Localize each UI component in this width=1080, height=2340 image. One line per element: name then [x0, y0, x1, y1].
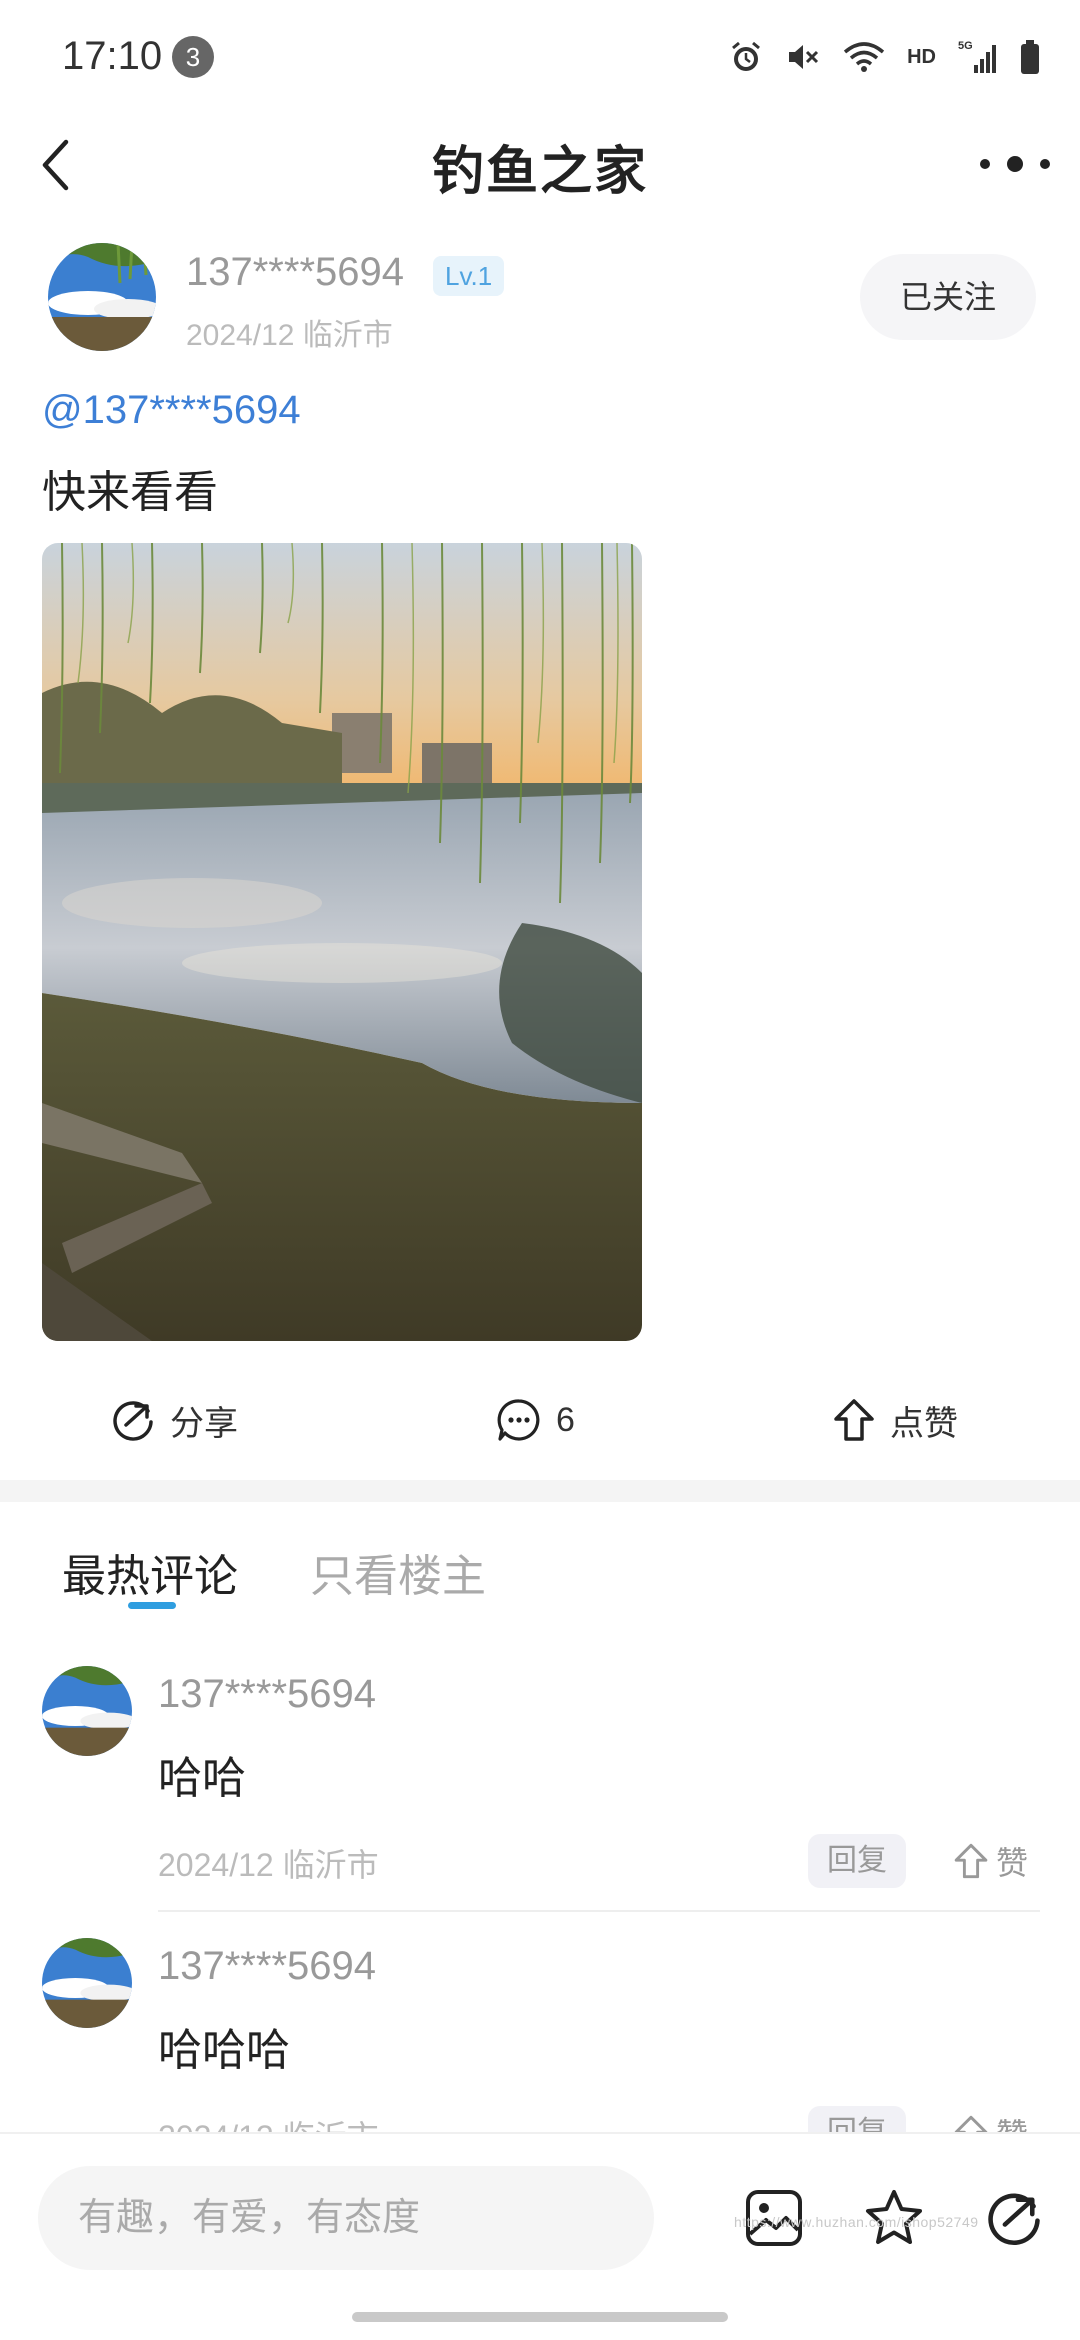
- mention-link[interactable]: @137****5694: [42, 388, 301, 433]
- avatar-image: [42, 1666, 132, 1756]
- post-photo: [42, 543, 642, 1341]
- avatar-image: [42, 1938, 132, 2028]
- comment-username[interactable]: 137****5694: [158, 1944, 376, 1989]
- home-indicator[interactable]: [352, 2312, 728, 2322]
- like-label: 点赞: [890, 1404, 958, 1443]
- comment-username[interactable]: 137****5694: [158, 1672, 376, 1717]
- nav-bar: 钓鱼之家: [0, 115, 1080, 275]
- comment-like-label: 赞: [996, 1845, 1029, 1881]
- comment-meta: 2024/12 临沂市: [158, 1847, 379, 1883]
- status-icons: HD 5G: [729, 36, 1040, 78]
- battery-icon: [1021, 40, 1039, 74]
- post-text: 快来看看: [42, 468, 218, 517]
- watermark-text: https://www.huzhan.com/ishop52749: [734, 2214, 979, 2230]
- avatar-image: [48, 243, 156, 351]
- section-divider: [0, 1480, 1080, 1502]
- comment-input[interactable]: [38, 2166, 654, 2270]
- status-time: 17:10: [62, 34, 163, 78]
- reply-button[interactable]: 回复: [808, 1834, 906, 1888]
- comment-text: 哈哈: [158, 1754, 246, 1803]
- hd-indicator: HD: [907, 45, 936, 68]
- comment-list: 137****5694 哈哈 2024/12 临沂市 回复 赞 137****5…: [0, 1660, 1080, 2132]
- post-image[interactable]: [42, 543, 642, 1341]
- wifi-icon: [843, 42, 885, 72]
- share-button[interactable]: 分享: [110, 1380, 238, 1460]
- author-name[interactable]: 137****5694: [186, 250, 404, 295]
- more-button[interactable]: [980, 139, 1050, 189]
- author-avatar[interactable]: [48, 243, 156, 351]
- author-meta: 2024/12 临沂市: [186, 319, 393, 352]
- status-bar: 17:10 3 HD 5G: [0, 0, 1080, 115]
- app-title: 钓鱼之家: [431, 142, 648, 202]
- thumb-up-arrow-icon: [834, 1399, 874, 1441]
- comment-item: 137****5694 哈哈 2024/12 临沂市 回复 赞: [0, 1660, 1080, 1932]
- share-icon: [113, 1401, 153, 1441]
- share-label: 分享: [170, 1404, 238, 1443]
- notification-count-badge: 3: [172, 36, 214, 78]
- comment-button[interactable]: 6: [496, 1380, 575, 1460]
- tab-author-only[interactable]: 只看楼主: [310, 1540, 486, 1604]
- comment-item: 137****5694 哈哈哈 2024/12 临沂市 回复 赞: [0, 1932, 1080, 2132]
- follow-button[interactable]: 已关注: [860, 254, 1036, 340]
- comment-count: 6: [556, 1400, 575, 1439]
- bottom-bar: https://www.huzhan.com/ishop52749: [0, 2132, 1080, 2340]
- post-action-row: 分享 6 点赞: [0, 1380, 1080, 1460]
- like-button[interactable]: 点赞: [832, 1380, 958, 1460]
- comment-meta: 2024/12 临沂市: [158, 2112, 379, 2132]
- comment-avatar[interactable]: [42, 1938, 132, 2028]
- comment-like-button[interactable]: 赞: [952, 1834, 1028, 1888]
- network-5g-label: 5G: [958, 40, 973, 52]
- level-badge: Lv.1: [433, 256, 505, 296]
- comment-like-label: 赞: [996, 2110, 1028, 2132]
- tab-hot-comments[interactable]: 最热评论: [62, 1540, 238, 1604]
- comment-like-button[interactable]: 赞: [952, 2106, 1028, 2132]
- comment-icon: [497, 1399, 540, 1441]
- more-dots-icon: [980, 159, 990, 169]
- alarm-icon: [732, 41, 761, 71]
- share-icon: [988, 2193, 1040, 2246]
- share-bottom-button[interactable]: [974, 2178, 1054, 2258]
- thumb-up-arrow-icon: [954, 2115, 988, 2132]
- thumb-up-arrow-icon: [954, 1843, 988, 1879]
- signal-icon: 5G: [958, 40, 996, 73]
- reply-button[interactable]: 回复: [808, 2106, 906, 2132]
- comment-text: 哈哈哈: [158, 2026, 290, 2075]
- mute-icon: [789, 45, 819, 69]
- comment-divider: [158, 1910, 1040, 1912]
- tab-active-indicator: [128, 1602, 176, 1609]
- comment-avatar[interactable]: [42, 1666, 132, 1756]
